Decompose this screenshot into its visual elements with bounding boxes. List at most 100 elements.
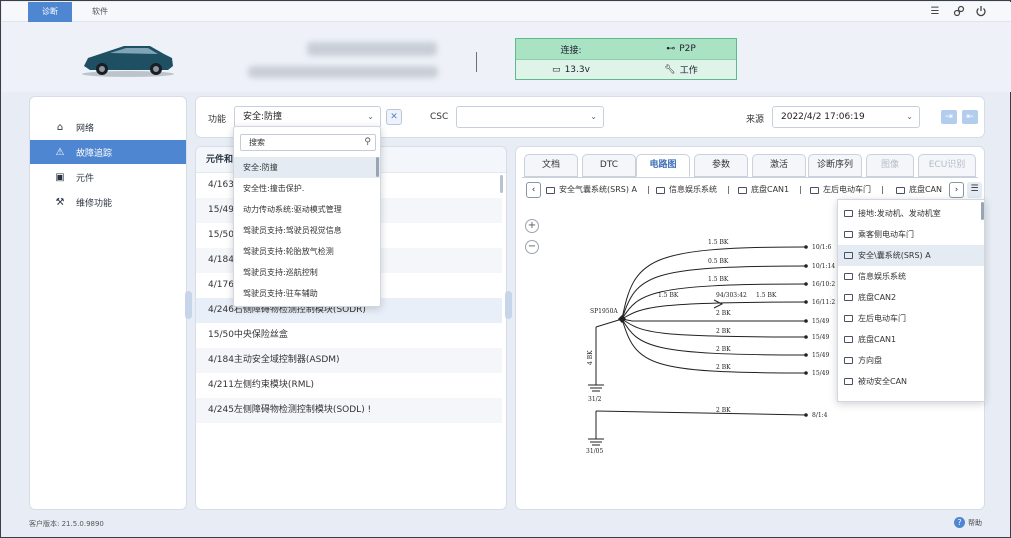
list-item[interactable]: 4/211左侧约束模块(RML) — [196, 373, 502, 398]
top-bar: 诊断 软件 ☰ — [2, 2, 1011, 22]
vehicle-header: 连接: ⊷ P2P ▭ 13.3v 🔧︎ 工作 — [2, 22, 1011, 92]
wire-gauge-label: 1.5 BK — [708, 276, 729, 283]
component-icon: ▣ — [55, 171, 65, 183]
ground-label: 31/2 — [588, 396, 602, 403]
terminal-label: 15/49 — [812, 352, 829, 359]
function-dropdown: 搜索 ⚲ 安全:防撞 安全性:撞击保护. 动力传动系统:驱动模式管理 驾驶员支持… — [233, 126, 381, 307]
warning-icon: ⚠ — [55, 146, 65, 158]
terminal-dot — [804, 319, 808, 323]
sidebar-item-fault-tracking[interactable]: ⚠ 故障追踪 — [30, 140, 186, 164]
help-icon: ? — [954, 517, 965, 528]
system-dropdown: 接地:发动机、发动机室 乘客侧电动车门 安全\囊系统(SRS) A 信息娱乐系统… — [837, 199, 985, 402]
vehicle-image — [82, 46, 174, 77]
sidebar-item-repair[interactable]: ⚒ 维修功能 — [30, 190, 186, 214]
system-option[interactable]: 左后电动车门 — [838, 308, 984, 329]
sidebar-item-network[interactable]: ⌂ 网络 — [30, 115, 186, 139]
module-icon — [844, 315, 853, 322]
client-version: 客户版本: 21.5.0.9890 — [29, 520, 104, 528]
system-option[interactable]: 信息娱乐系统 — [838, 266, 984, 287]
ground-label: 31/05 — [586, 448, 603, 455]
function-option[interactable]: 驾驶员支持:巡航控制 — [234, 262, 380, 283]
function-option[interactable]: 驾驶员支持:驻车辅助 — [234, 283, 380, 304]
module-icon — [844, 252, 853, 259]
terminal-dot — [804, 335, 808, 339]
wire-gauge-label: 2 BK — [716, 364, 731, 371]
function-value: 安全:防撞 — [243, 112, 283, 122]
import-icon[interactable]: ⇥ — [941, 110, 957, 124]
function-select[interactable]: 安全:防撞 ⌄ — [234, 106, 381, 128]
network-icon: ⌂ — [56, 121, 64, 133]
help-button[interactable]: ? 帮助 — [954, 517, 982, 528]
terminal-label: 16/10:2 — [812, 281, 835, 288]
system-option[interactable]: 乘客侧电动车门 — [838, 224, 984, 245]
system-option[interactable]: 接地:发动机、发动机室 — [838, 203, 984, 224]
source-label: 来源 — [746, 115, 765, 125]
system-option[interactable]: 安全\囊系统(SRS) A — [838, 245, 984, 266]
function-label: 功能 — [208, 115, 227, 125]
terminal-dot — [804, 245, 808, 249]
splice-label: SP1950A — [590, 308, 618, 315]
voltage-value: 13.3v — [564, 64, 590, 75]
dropdown-search-input[interactable]: 搜索 ⚲ — [240, 134, 376, 151]
link-icon[interactable] — [952, 5, 966, 19]
collapse-sidebar-handle[interactable] — [185, 291, 192, 319]
export-icon[interactable]: ⇤ — [962, 110, 978, 124]
module-icon — [844, 210, 853, 217]
wire-gauge-label: 0.5 BK — [708, 258, 729, 265]
chevron-down-icon: ⌄ — [590, 112, 597, 121]
terminal-label: 8/1:4 — [812, 412, 828, 419]
system-option[interactable]: 被动安全CAN — [838, 371, 984, 392]
p2p-icon: ⊷ — [666, 44, 676, 54]
function-option[interactable]: 安全:防撞 — [234, 157, 380, 178]
terminal-label: 15/49 — [812, 370, 829, 377]
wire-gauge-label: 4 BK — [587, 350, 594, 365]
sidebar-item-components[interactable]: ▣ 元件 — [30, 165, 186, 189]
csc-select[interactable]: ⌄ — [456, 106, 604, 128]
menu-icon[interactable]: ☰ — [928, 5, 942, 19]
app-window: 诊断 软件 ☰ 连接: ⊷ P2P ▭ 13.3v 🔧︎ 工作 ⌂ 网络 ⚠ 故… — [0, 0, 1011, 538]
list-scrollbar[interactable] — [500, 175, 503, 193]
source-value: 2022/4/2 17:06:19 — [781, 112, 865, 122]
sidebar-item-label: 元件 — [76, 173, 95, 184]
system-option[interactable]: 底盘CAN2 — [838, 287, 984, 308]
module-icon — [844, 294, 853, 301]
header-divider — [476, 52, 477, 72]
function-option[interactable]: 动力传动系统:驱动模式管理 — [234, 199, 380, 220]
power-icon[interactable] — [974, 5, 988, 19]
dropdown-scrollbar[interactable] — [981, 202, 984, 220]
source-select[interactable]: 2022/4/2 17:06:19 ⌄ — [772, 106, 920, 128]
csc-label: CSC — [430, 112, 449, 122]
module-icon — [844, 336, 853, 343]
wire-gauge-label: 2 BK — [716, 407, 731, 414]
list-item[interactable]: 15/50中央保险丝盒 — [196, 323, 502, 348]
connection-label: 连接: — [560, 45, 582, 56]
module-icon — [844, 273, 853, 280]
tab-diagnosis[interactable]: 诊断 — [28, 2, 72, 22]
module-icon — [844, 231, 853, 238]
function-option[interactable]: 安全性:撞击保护. — [234, 178, 380, 199]
redacted-vehicle-info — [248, 66, 438, 78]
connection-state: 工作 — [679, 66, 698, 76]
list-item[interactable]: 4/245左侧障碍物检测控制模块(SODL) ! — [196, 398, 502, 423]
tab-software[interactable]: 软件 — [80, 2, 120, 22]
module-icon — [844, 378, 853, 385]
system-option[interactable]: 底盘CAN1 — [838, 329, 984, 350]
help-label: 帮助 — [968, 518, 982, 527]
wire-gauge-label: 2 BK — [716, 346, 731, 353]
wire-gauge-label: 1.5 BK — [658, 292, 679, 299]
wire-gauge-label: 2 BK — [716, 328, 731, 335]
system-option[interactable]: 方向盘 — [838, 350, 984, 371]
dropdown-scrollbar[interactable] — [376, 157, 379, 177]
sidebar-item-label: 网络 — [76, 123, 95, 134]
function-option[interactable]: 驾驶员支持:驾驶员视觉信息 — [234, 220, 380, 241]
terminal-dot — [804, 371, 808, 375]
function-option[interactable]: 驾驶员支持:轮胎放气检测 — [234, 241, 380, 262]
wrench-icon: ⚒ — [55, 196, 65, 208]
terminal-dot — [804, 282, 808, 286]
wire-gauge-label: 2 BK — [716, 310, 731, 317]
list-item[interactable]: 4/184主动安全域控制器(ASDM) — [196, 348, 502, 373]
clear-function-button[interactable]: ✕ — [386, 109, 402, 125]
collapse-list-handle[interactable] — [505, 291, 512, 319]
terminal-label: 16/11:2 — [812, 299, 835, 306]
wire-gauge-label: 1.5 BK — [756, 292, 777, 299]
